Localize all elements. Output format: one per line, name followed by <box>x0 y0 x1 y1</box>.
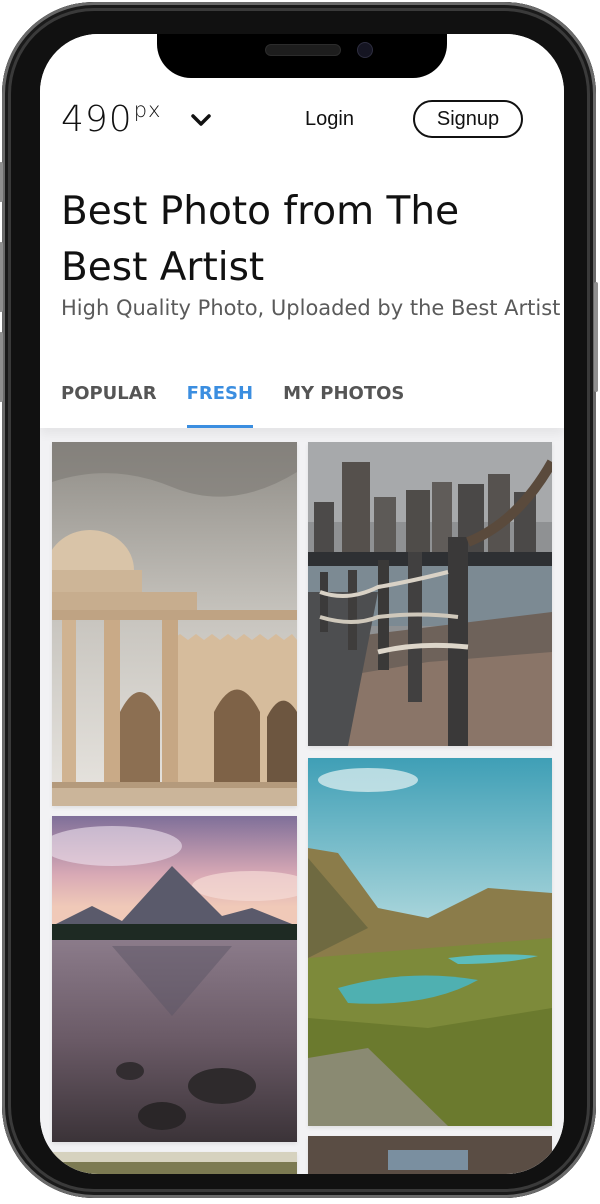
logo-main-text: 490 <box>61 99 133 140</box>
photo-grid <box>40 428 564 1174</box>
speaker-grille <box>265 44 341 56</box>
photo-partial-right <box>308 1136 552 1174</box>
photo-partial-left <box>52 1152 297 1174</box>
volume-down-button <box>0 332 3 402</box>
photo-city-pier <box>308 442 552 746</box>
tab-my-photos[interactable]: MY PHOTOS <box>283 380 404 428</box>
silent-switch <box>0 162 3 202</box>
phone-screen: 490px Login Signup Best Photo from The B… <box>40 34 564 1174</box>
tab-popular[interactable]: POPULAR <box>61 380 157 428</box>
tab-bar: POPULAR FRESH MY PHOTOS <box>61 380 404 428</box>
photo-card-mosque[interactable] <box>52 442 297 806</box>
volume-up-button <box>0 242 3 312</box>
notch <box>157 34 447 78</box>
photo-card-partial-right[interactable] <box>308 1136 552 1174</box>
front-camera <box>357 42 373 58</box>
photo-card-alpine-valley[interactable] <box>308 758 552 1126</box>
photo-mountain-lake <box>52 816 297 1142</box>
phone-frame: 490px Login Signup Best Photo from The B… <box>0 2 598 1198</box>
app-header: 490px Login Signup Best Photo from The B… <box>40 34 564 428</box>
logo-sup-text: px <box>133 98 162 122</box>
chevron-down-icon[interactable] <box>190 113 212 127</box>
page-subtitle: High Quality Photo, Uploaded by the Best… <box>61 296 561 320</box>
photo-card-mountain-lake[interactable] <box>52 816 297 1142</box>
power-button <box>594 282 598 392</box>
photo-mosque <box>52 442 297 806</box>
photo-card-partial-left[interactable] <box>52 1152 297 1174</box>
photo-alpine-valley <box>308 758 552 1126</box>
page-title: Best Photo from The Best Artist <box>61 189 460 290</box>
login-link[interactable]: Login <box>305 108 354 131</box>
brand-logo[interactable]: 490px <box>61 99 161 140</box>
photo-card-city-pier[interactable] <box>308 442 552 746</box>
signup-button[interactable]: Signup <box>413 100 523 138</box>
tab-fresh[interactable]: FRESH <box>186 380 254 428</box>
